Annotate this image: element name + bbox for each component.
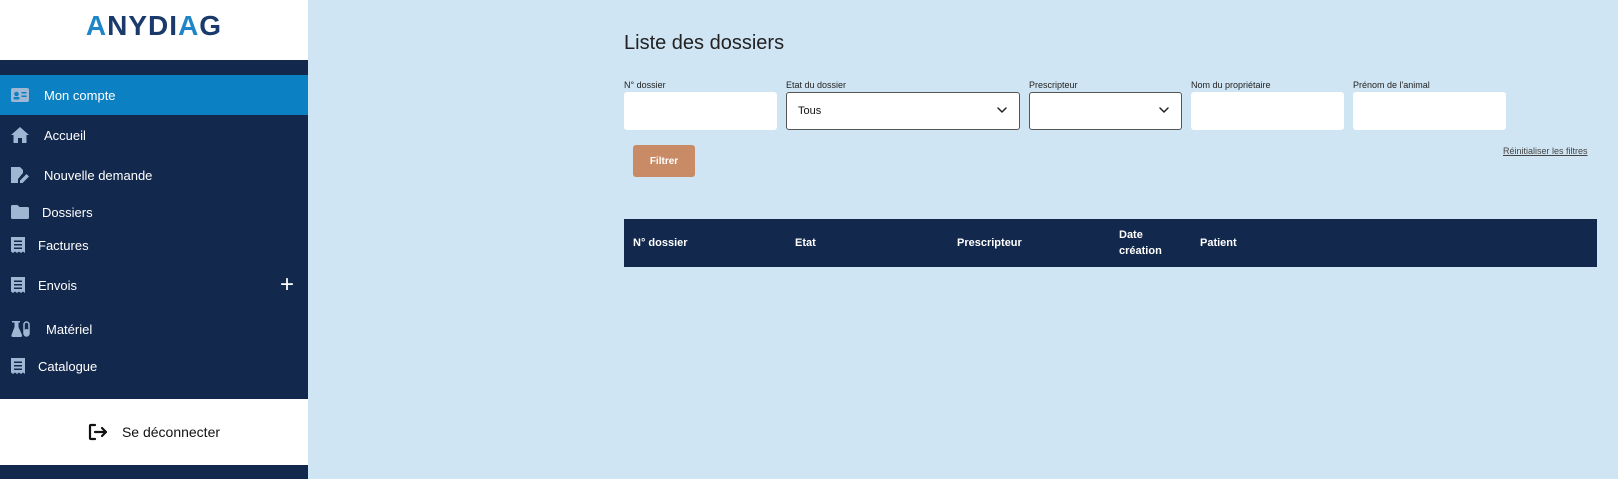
logo-area: ANYDIAG xyxy=(0,0,308,60)
sidebar-item-catalogue[interactable]: Catalogue xyxy=(0,349,308,383)
sidebar-item-label: Accueil xyxy=(44,127,86,143)
prescripteur-label: Prescripteur xyxy=(1029,80,1078,90)
sidebar-item-factures[interactable]: Factures xyxy=(0,229,308,261)
sidebar-item-label: Mon compte xyxy=(44,87,116,103)
receipt-icon xyxy=(9,276,27,294)
prescripteur-select[interactable] xyxy=(1029,92,1182,130)
sidebar-item-dossiers[interactable]: Dossiers xyxy=(0,195,308,229)
logout-button[interactable]: Se déconnecter xyxy=(0,399,308,465)
page-title: Liste des dossiers xyxy=(624,32,785,54)
reset-filters-link[interactable]: Réinitialiser les filtres xyxy=(1503,146,1588,156)
proprietaire-label: Nom du propriétaire xyxy=(1191,80,1271,90)
filter-button[interactable]: Filtrer xyxy=(633,145,695,177)
receipt-icon xyxy=(9,357,27,375)
animal-name-label: Prénom de l'animal xyxy=(1353,80,1430,90)
logout-icon xyxy=(88,422,108,442)
sidebar-item-envois[interactable]: Envois + xyxy=(0,261,308,309)
sidebar-item-nouvelle-demande[interactable]: Nouvelle demande xyxy=(0,155,308,195)
id-card-icon xyxy=(11,86,29,104)
sidebar-item-label: Envois xyxy=(38,277,78,293)
table-header: N° dossier Etat Prescripteur Date créati… xyxy=(624,219,1597,267)
column-header-date-line1: Date xyxy=(1119,229,1143,241)
sidebar-item-mon-compte[interactable]: Mon compte xyxy=(0,75,308,115)
column-header-date-creation[interactable]: Date création xyxy=(1119,219,1162,267)
logout-label: Se déconnecter xyxy=(121,424,221,440)
column-header-patient[interactable]: Patient xyxy=(1200,219,1237,267)
etat-dossier-label: Etat du dossier xyxy=(786,80,847,90)
flask-icon xyxy=(11,320,31,338)
folder-icon xyxy=(11,203,29,221)
sidebar-item-label: Dossiers xyxy=(42,204,93,220)
animal-name-input[interactable] xyxy=(1353,92,1506,130)
chevron-down-icon xyxy=(1158,104,1170,116)
etat-dossier-value: Tous xyxy=(798,105,822,117)
sidebar-item-label: Factures xyxy=(38,237,89,253)
sidebar-item-materiel[interactable]: Matériel xyxy=(0,309,308,349)
expand-envois-button[interactable]: + xyxy=(280,273,294,297)
etat-dossier-select[interactable]: Tous xyxy=(786,92,1020,130)
column-header-prescripteur[interactable]: Prescripteur xyxy=(957,219,1022,267)
column-header-etat[interactable]: Etat xyxy=(795,219,816,267)
chevron-down-icon xyxy=(996,104,1008,116)
sidebar: ANYDIAG Mon compte Accueil Nouvelle dema… xyxy=(0,0,308,479)
proprietaire-input[interactable] xyxy=(1191,92,1344,130)
dossier-number-input[interactable] xyxy=(624,92,777,130)
receipt-icon xyxy=(9,236,27,254)
column-header-dossier[interactable]: N° dossier xyxy=(633,219,688,267)
sidebar-item-accueil[interactable]: Accueil xyxy=(0,115,308,155)
edit-document-icon xyxy=(11,166,29,184)
column-header-date-line2: création xyxy=(1119,245,1162,257)
sidebar-item-label: Nouvelle demande xyxy=(44,167,153,183)
home-icon xyxy=(11,126,29,144)
sidebar-item-label: Catalogue xyxy=(38,358,98,374)
sidebar-item-label: Matériel xyxy=(46,321,93,337)
anydiag-logo[interactable]: ANYDIAG xyxy=(86,10,222,42)
dossier-number-label: N° dossier xyxy=(624,80,666,90)
